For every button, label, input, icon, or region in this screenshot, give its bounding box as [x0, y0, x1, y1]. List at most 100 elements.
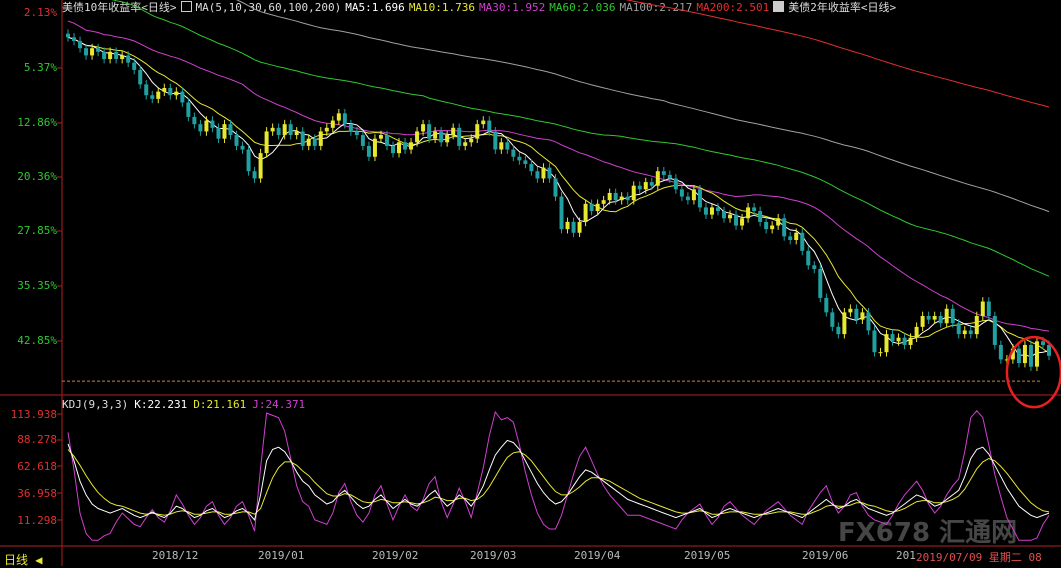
candle-body — [1022, 344, 1027, 364]
candle-body — [511, 149, 516, 157]
candle-body — [228, 124, 233, 136]
candle-body — [204, 120, 209, 132]
candle-body — [709, 207, 714, 215]
candle-body — [625, 196, 630, 201]
candle-body — [222, 124, 227, 139]
candle-body — [162, 88, 167, 92]
candle-body — [409, 142, 414, 150]
candle-body — [824, 297, 829, 313]
candle-body — [854, 308, 859, 320]
candle-body — [282, 124, 287, 136]
candle-body — [806, 250, 811, 266]
candle-body — [481, 120, 486, 125]
candle-body — [499, 142, 504, 150]
candle-body — [764, 221, 769, 230]
candle-body — [126, 55, 131, 63]
candle-body — [794, 232, 799, 240]
candle-body — [541, 167, 546, 179]
candle-body — [324, 127, 329, 132]
candle-body — [547, 167, 552, 179]
candle-body — [577, 221, 582, 233]
candle-body — [1040, 341, 1045, 345]
candle-body — [397, 142, 402, 154]
candle-body — [643, 182, 648, 190]
candle-body — [619, 196, 624, 201]
chart-frame — [0, 0, 1061, 566]
candle-body — [198, 124, 203, 132]
candle-body — [427, 124, 432, 139]
candle-body — [463, 142, 468, 146]
candle-body — [758, 211, 763, 222]
candle-body — [962, 330, 967, 335]
candle-body — [144, 84, 149, 96]
candle-body — [770, 225, 775, 230]
candle-body — [156, 91, 161, 99]
candle-body — [523, 160, 528, 164]
candle-body — [174, 91, 179, 96]
candle-body — [1016, 348, 1021, 364]
kdj-j-line — [67, 410, 1050, 541]
candle-body — [637, 185, 642, 190]
candle-body — [950, 308, 955, 324]
candle-body — [240, 145, 245, 150]
chart-canvas[interactable] — [0, 0, 1061, 566]
candle-body — [872, 330, 877, 353]
candle-body — [553, 178, 558, 197]
candle-body — [252, 171, 257, 179]
candle-body — [589, 203, 594, 212]
candle-body — [613, 192, 618, 201]
candle-body — [655, 171, 660, 186]
candle-body — [264, 131, 269, 154]
candle-body — [860, 312, 865, 320]
candle-body — [980, 301, 985, 316]
candle-body — [992, 316, 997, 345]
candle-body — [439, 131, 444, 143]
candle-body — [896, 337, 901, 342]
candle-body — [306, 138, 311, 146]
candle-body — [728, 214, 733, 219]
candle-body — [944, 308, 949, 324]
candle-body — [433, 131, 438, 139]
candle-body — [932, 316, 937, 320]
kdj-series — [67, 410, 1050, 541]
candle-body — [180, 91, 185, 103]
candle-body — [649, 182, 654, 186]
ma30-line — [67, 20, 1050, 332]
candle-body — [330, 120, 335, 128]
candle-body — [830, 312, 835, 327]
candle-body — [354, 131, 359, 136]
candle-body — [565, 221, 570, 230]
candle-body — [691, 189, 696, 201]
candle-body — [746, 207, 751, 219]
candle-body — [505, 142, 510, 150]
candle-body — [102, 51, 107, 60]
candle-body — [108, 51, 113, 60]
candle-body — [956, 323, 961, 335]
candle-body — [390, 145, 395, 154]
candle-body — [776, 218, 781, 226]
candle-body — [607, 192, 612, 201]
annotation-layer — [62, 335, 1061, 409]
candle-body — [312, 138, 317, 146]
candle-body — [559, 196, 564, 230]
highlight-circle — [1005, 335, 1061, 409]
candlestick-series — [66, 29, 1051, 372]
candle-body — [938, 316, 943, 324]
candle-body — [270, 127, 275, 132]
candle-body — [66, 33, 70, 38]
candle-body — [366, 145, 371, 157]
candle-body — [415, 131, 420, 143]
ma60-line — [111, 0, 1050, 277]
candle-body — [595, 203, 600, 212]
candle-body — [1034, 341, 1039, 367]
candle-body — [84, 48, 89, 56]
candle-body — [673, 178, 678, 190]
candle-body — [740, 218, 745, 226]
candle-body — [336, 113, 341, 121]
candle-body — [90, 48, 95, 56]
candle-body — [78, 40, 83, 49]
candle-body — [342, 113, 347, 125]
candle-body — [288, 124, 293, 136]
candle-body — [715, 207, 720, 212]
candle-body — [752, 207, 757, 212]
